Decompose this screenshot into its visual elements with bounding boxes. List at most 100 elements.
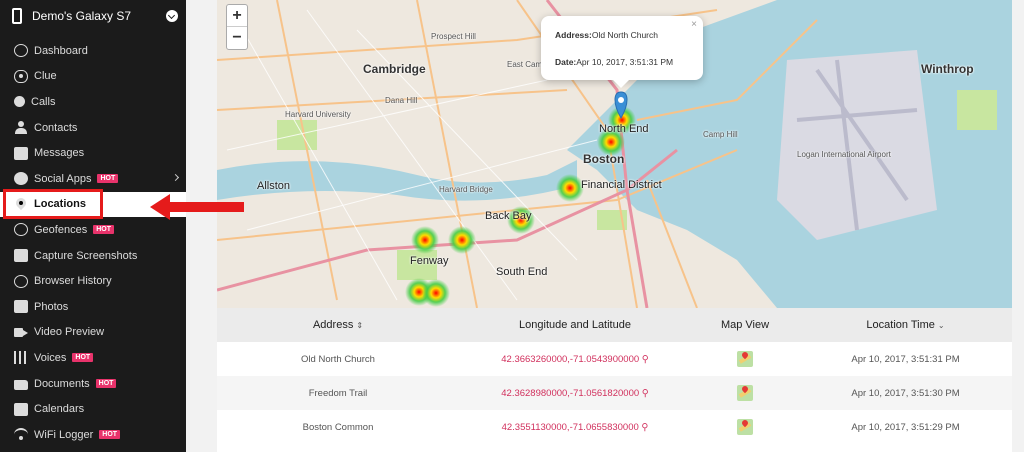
- column-address[interactable]: Address ⇕: [217, 319, 459, 331]
- map-label-fenway: Fenway: [410, 255, 449, 267]
- device-selector[interactable]: Demo's Galaxy S7: [0, 0, 186, 32]
- dashboard-icon: [14, 44, 28, 58]
- locations-panel: Cambridge Harvard University Allston Har…: [217, 0, 1012, 452]
- voice-bars-icon: [14, 351, 28, 365]
- sidebar-item-social-apps[interactable]: Social Apps HOT: [0, 166, 186, 192]
- sidebar-item-documents[interactable]: Documents HOT: [0, 371, 186, 397]
- cell-coords[interactable]: 42.3663260000,-71.0543900000 ⚲: [459, 354, 691, 365]
- wifi-icon: [14, 428, 28, 441]
- user-icon: [14, 121, 28, 135]
- sidebar-item-label: Calls: [31, 95, 56, 108]
- column-coords: Longitude and Latitude: [519, 319, 631, 331]
- screenshot-icon: [14, 249, 28, 263]
- popup-date-label: Date:: [555, 57, 577, 67]
- chevron-down-icon[interactable]: [166, 10, 178, 22]
- map-label-dana-hill: Dana Hill: [385, 96, 418, 105]
- sidebar-item-label: Video Preview: [34, 326, 105, 339]
- hot-badge: HOT: [97, 174, 119, 184]
- popup-address-value: Old North Church: [591, 30, 658, 40]
- sidebar-item-label: Calendars: [34, 403, 85, 416]
- main-content: Cambridge Harvard University Allston Har…: [186, 0, 1024, 452]
- table-row: Old North Church 42.3663260000,-71.05439…: [217, 342, 1012, 376]
- sidebar-item-label: Photos: [34, 300, 69, 313]
- sidebar-item-voices[interactable]: Voices HOT: [0, 345, 186, 371]
- sidebar-item-calls[interactable]: Calls: [0, 89, 186, 115]
- map-label-harvard: Harvard University: [285, 110, 351, 119]
- sidebar-item-capture-screenshots[interactable]: Capture Screenshots: [0, 243, 186, 269]
- sidebar-item-calendars[interactable]: Calendars: [0, 396, 186, 422]
- phone-icon: [12, 8, 22, 24]
- sidebar-item-label: Clue: [34, 70, 57, 83]
- sidebar-item-photos[interactable]: Photos: [0, 294, 186, 320]
- cell-address: Freedom Trail: [308, 387, 368, 399]
- cell-coords[interactable]: 42.3628980000,-71.0561820000 ⚲: [459, 388, 691, 399]
- annotation-arrow-icon: [150, 194, 244, 220]
- location-pin-icon: [14, 198, 28, 211]
- device-name: Demo's Galaxy S7: [32, 9, 131, 23]
- sidebar-item-browser-history[interactable]: Browser History: [0, 268, 186, 294]
- sidebar-item-contacts[interactable]: Contacts: [0, 115, 186, 141]
- history-icon: [14, 274, 28, 288]
- column-location-time[interactable]: Location Time ⌄: [799, 319, 1012, 331]
- map-label-allston: Allston: [257, 180, 291, 192]
- map-view[interactable]: Cambridge Harvard University Allston Har…: [217, 0, 1012, 308]
- sidebar-item-geofences[interactable]: Geofences HOT: [0, 217, 186, 243]
- close-icon[interactable]: ×: [691, 19, 697, 30]
- sidebar-item-video-preview[interactable]: Video Preview: [0, 320, 186, 346]
- folder-icon: [14, 379, 28, 390]
- zoom-in-button[interactable]: +: [227, 5, 247, 27]
- cell-address: Old North Church: [301, 353, 375, 365]
- sidebar-item-clue[interactable]: Clue: [0, 64, 186, 90]
- location-pin-icon: ⚲: [638, 421, 649, 433]
- photo-icon: [14, 300, 28, 314]
- sidebar-item-messages[interactable]: Messages: [0, 140, 186, 166]
- map-label-harvard-bridge: Harvard Bridge: [439, 185, 493, 194]
- sidebar-item-label: Browser History: [34, 275, 112, 288]
- chat-icon: [14, 172, 28, 186]
- locations-table: Address ⇕ Longitude and Latitude Map View…: [217, 308, 1012, 444]
- cell-coords[interactable]: 42.3551130000,-71.0655830000 ⚲: [459, 422, 691, 433]
- sidebar-item-label: Capture Screenshots: [34, 249, 138, 262]
- cell-time: Apr 10, 2017, 3:51:30 PM: [851, 387, 960, 399]
- hot-badge: HOT: [95, 379, 117, 389]
- sidebar-item-label: Locations: [34, 198, 86, 211]
- chevron-right-icon: [171, 173, 180, 182]
- cell-map-view: [691, 351, 799, 367]
- zoom-control: + −: [226, 4, 248, 50]
- table-row: Freedom Trail 42.3628980000,-71.05618200…: [217, 376, 1012, 410]
- map-label-back-bay: Back Bay: [485, 210, 532, 222]
- app-window: Demo's Galaxy S7 Dashboard Clue Calls Co…: [0, 0, 1024, 452]
- coords-text: 42.3551130000,-71.0655830000: [501, 421, 639, 433]
- location-pin-icon: ⚲: [639, 387, 649, 399]
- map-view-icon[interactable]: [737, 385, 753, 401]
- map-view-icon[interactable]: [737, 419, 753, 435]
- hot-badge: HOT: [72, 353, 94, 363]
- sidebar-item-dashboard[interactable]: Dashboard: [0, 38, 186, 64]
- message-icon: [14, 146, 28, 160]
- column-time-label: Location Time: [866, 319, 935, 331]
- popup-date-value: Apr 10, 2017, 3:51:31 PM: [576, 57, 674, 67]
- table-row: Boston Common 42.3551130000,-71.06558300…: [217, 410, 1012, 444]
- sidebar-item-label: Dashboard: [34, 44, 88, 57]
- sidebar-item-label: Contacts: [34, 121, 78, 134]
- map-label-camp-hill: Camp Hill: [703, 130, 738, 139]
- cell-address: Boston Common: [302, 421, 374, 433]
- video-icon: [14, 326, 28, 339]
- hot-badge: HOT: [93, 225, 114, 235]
- phone-icon: [14, 96, 25, 108]
- map-view-icon[interactable]: [737, 351, 753, 367]
- map-label-boston: Boston: [583, 152, 625, 166]
- map-label-cambridge: Cambridge: [363, 62, 426, 76]
- column-address-label: Address: [312, 319, 354, 331]
- map-label-financial-district: Financial District: [581, 179, 662, 191]
- table-header: Address ⇕ Longitude and Latitude Map View…: [217, 308, 1012, 342]
- cell-map-view: [691, 385, 799, 401]
- popup-address-row: Address:Old North Church: [555, 30, 703, 40]
- sidebar-item-wifi-logger[interactable]: WiFi Logger HOT: [0, 422, 186, 448]
- sidebar-item-label: Messages: [34, 147, 85, 160]
- zoom-out-button[interactable]: −: [227, 27, 247, 49]
- coords-text: 42.3628980000,-71.0561820000: [501, 387, 640, 399]
- cell-time: Apr 10, 2017, 3:51:31 PM: [851, 353, 960, 365]
- sidebar-item-label: Geofences: [34, 223, 88, 236]
- map-label-logan-airport: Logan International Airport: [797, 150, 891, 159]
